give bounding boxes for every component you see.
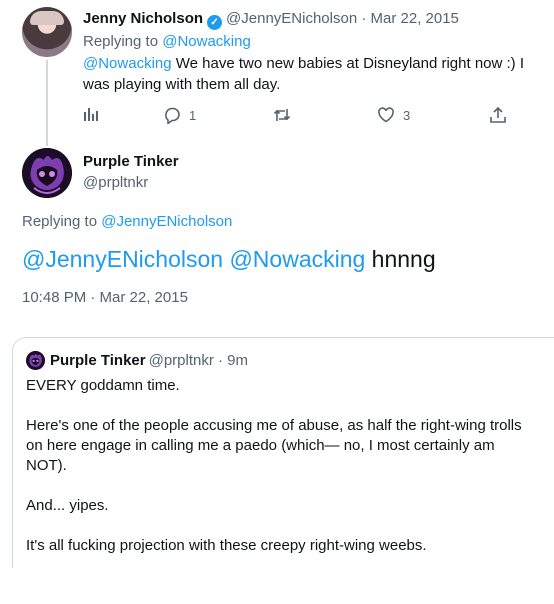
analytics-icon [84, 108, 98, 121]
quote-author[interactable]: Purple Tinker @prpltnkr · 9m [50, 352, 248, 369]
avatar[interactable] [22, 7, 72, 57]
analytics-button[interactable] [83, 106, 99, 122]
share-button[interactable] [489, 106, 507, 124]
retweet-button[interactable] [273, 106, 291, 124]
replying-to: Replying to @JennyENicholson [22, 213, 233, 230]
avatar-image [22, 148, 72, 198]
author-name[interactable]: Jenny Nicholson ✓ @JennyENicholson · Mar 2… [83, 10, 459, 30]
avatar-image [26, 351, 45, 370]
verified-icon: ✓ [207, 15, 223, 30]
quote-text: EVERY goddamn time. Here's one of the pe… [26, 377, 522, 554]
retweet-icon [273, 109, 291, 121]
replying-to-link[interactable]: @Nowacking [162, 33, 251, 50]
avatar[interactable] [26, 351, 45, 370]
mention-link[interactable]: @Nowacking [229, 246, 365, 272]
tweet-actions: 1 3 [83, 106, 513, 126]
tweet-text: @JennyENicholson @Nowacking hnnng [22, 246, 436, 272]
thread-line [46, 60, 48, 146]
author-handle[interactable]: @JennyENicholson [226, 10, 357, 27]
reply-icon [165, 107, 180, 124]
tweet-timestamp[interactable]: 10:48 PM · Mar 22, 2015 [22, 289, 188, 306]
share-icon [490, 106, 506, 123]
author-name[interactable]: Purple Tinker [83, 153, 179, 170]
avatar[interactable] [22, 148, 72, 198]
tweet-text: @Nowacking We have two new babies at Dis… [83, 55, 524, 93]
mention-link[interactable]: @JennyENicholson [22, 246, 223, 272]
mention-link[interactable]: @Nowacking [83, 55, 172, 72]
like-button[interactable]: 3 [377, 106, 410, 124]
like-icon [378, 107, 394, 123]
quote-handle[interactable]: @prpltnkr [149, 352, 214, 369]
replying-to-link[interactable]: @JennyENicholson [101, 213, 232, 230]
quote-time[interactable]: · 9m [218, 352, 248, 369]
replying-to: Replying to @Nowacking [83, 33, 251, 50]
reply-button[interactable]: 1 [163, 106, 196, 124]
author-handle[interactable]: @prpltnkr [83, 174, 148, 191]
tweet-date[interactable]: · Mar 22, 2015 [361, 10, 459, 27]
